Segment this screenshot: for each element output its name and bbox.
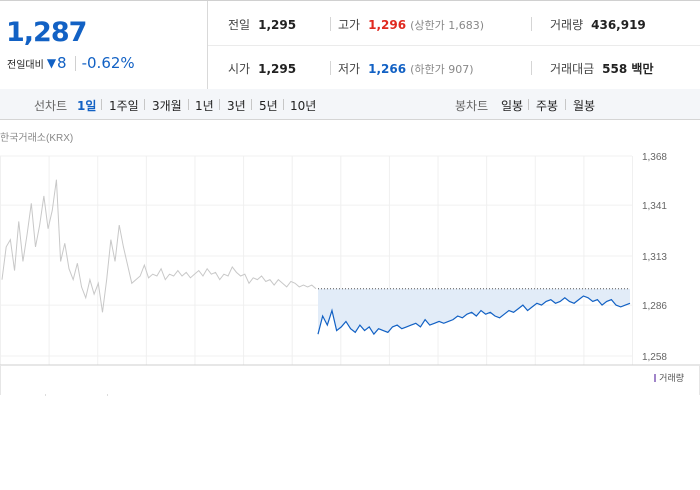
divider <box>330 61 331 75</box>
tab-monthly-candle[interactable]: 월봉 <box>573 97 595 114</box>
current-price-box: 1,287 전일대비 ▼ 8 -0.62% <box>0 1 208 89</box>
chart-grid <box>0 155 633 365</box>
tab-weekly-candle[interactable]: 주봉 <box>536 97 558 114</box>
change-amount: 8 <box>57 54 67 72</box>
tab-3m[interactable]: 3개월 <box>152 97 182 114</box>
line-chart-label: 선차트 <box>34 99 68 113</box>
trade-value: 558 백만 <box>602 62 654 76</box>
high-value: 1,296 <box>368 18 407 32</box>
divider <box>531 61 532 75</box>
prev-close-label: 전일 <box>228 18 251 32</box>
change-row: 전일대비 ▼ 8 -0.62% <box>7 54 135 72</box>
tab-divider <box>144 99 145 110</box>
change-label: 전일대비 <box>7 59 44 71</box>
tab-divider <box>283 99 284 110</box>
change-percent: -0.62% <box>81 54 135 72</box>
trade-value-cell: 거래대금 558 백만 <box>550 60 653 77</box>
open-label: 시가 <box>228 62 251 76</box>
lower-limit: (하한가 907) <box>410 63 474 76</box>
chart-source: 한국거래소(KRX) <box>0 132 73 144</box>
tab-10y[interactable]: 10년 <box>290 97 316 114</box>
high-cell: 고가 1,296 (상한가 1,683) <box>338 16 484 33</box>
y-tick-label: 1,313 <box>642 252 667 263</box>
high-label: 고가 <box>338 18 361 32</box>
tab-divider <box>219 99 220 110</box>
y-tick-label: 1,286 <box>642 301 667 312</box>
prev-close-value: 1,295 <box>258 18 297 32</box>
volume-legend-label: 거래량 <box>659 374 684 384</box>
prev-close-cell: 전일 1,295 <box>228 16 296 33</box>
low-cell: 저가 1,266 (하한가 907) <box>338 60 474 77</box>
tab-3y[interactable]: 3년 <box>227 97 246 114</box>
upper-limit: (상한가 1,683) <box>410 19 484 32</box>
divider <box>330 17 331 31</box>
volume-cell: 거래량 436,919 <box>550 16 646 33</box>
y-tick-label: 1,368 <box>642 152 667 163</box>
open-value: 1,295 <box>258 62 297 76</box>
change-divider <box>74 55 76 71</box>
row-divider <box>208 45 700 46</box>
volume-legend: 거래량 <box>654 371 684 384</box>
down-arrow-icon: ▼ <box>46 56 57 70</box>
tab-divider <box>251 99 252 110</box>
low-value: 1,266 <box>368 62 407 76</box>
volume-label: 거래량 <box>550 18 584 32</box>
tab-divider <box>528 99 529 110</box>
chart-period-tabs: 선차트 1일 1주일 3개월 1년 3년 5년 10년 봉차트 일봉 주봉 월봉 <box>0 89 700 120</box>
open-cell: 시가 1,295 <box>228 60 296 77</box>
price-summary: 1,287 전일대비 ▼ 8 -0.62% 전일 1,295 고가 1,296 (상한… <box>0 0 700 90</box>
volume-value: 436,919 <box>591 18 646 32</box>
tab-5y[interactable]: 5년 <box>259 97 278 114</box>
tab-divider <box>565 99 566 110</box>
candle-chart-label: 봉차트 <box>455 99 489 113</box>
y-axis-ticks: 1,368 1,341 1,313 1,286 1,258 <box>642 152 667 363</box>
tab-daily-candle[interactable]: 일봉 <box>501 97 523 114</box>
low-label: 저가 <box>338 62 361 76</box>
current-price: 1,287 <box>6 17 87 48</box>
divider <box>531 17 532 31</box>
trade-value-label: 거래대금 <box>550 62 595 76</box>
tab-divider <box>101 99 102 110</box>
tab-1d[interactable]: 1일 <box>77 97 96 114</box>
tab-divider <box>188 99 189 110</box>
volume-legend-marker <box>654 374 657 382</box>
y-tick-label: 1,258 <box>642 352 667 363</box>
tab-1y[interactable]: 1년 <box>195 97 214 114</box>
tab-1w[interactable]: 1주일 <box>109 97 139 114</box>
price-chart: 한국거래소(KRX) 1,368 1,341 1,313 1,286 1,258 <box>0 132 700 396</box>
y-tick-label: 1,341 <box>642 201 667 212</box>
